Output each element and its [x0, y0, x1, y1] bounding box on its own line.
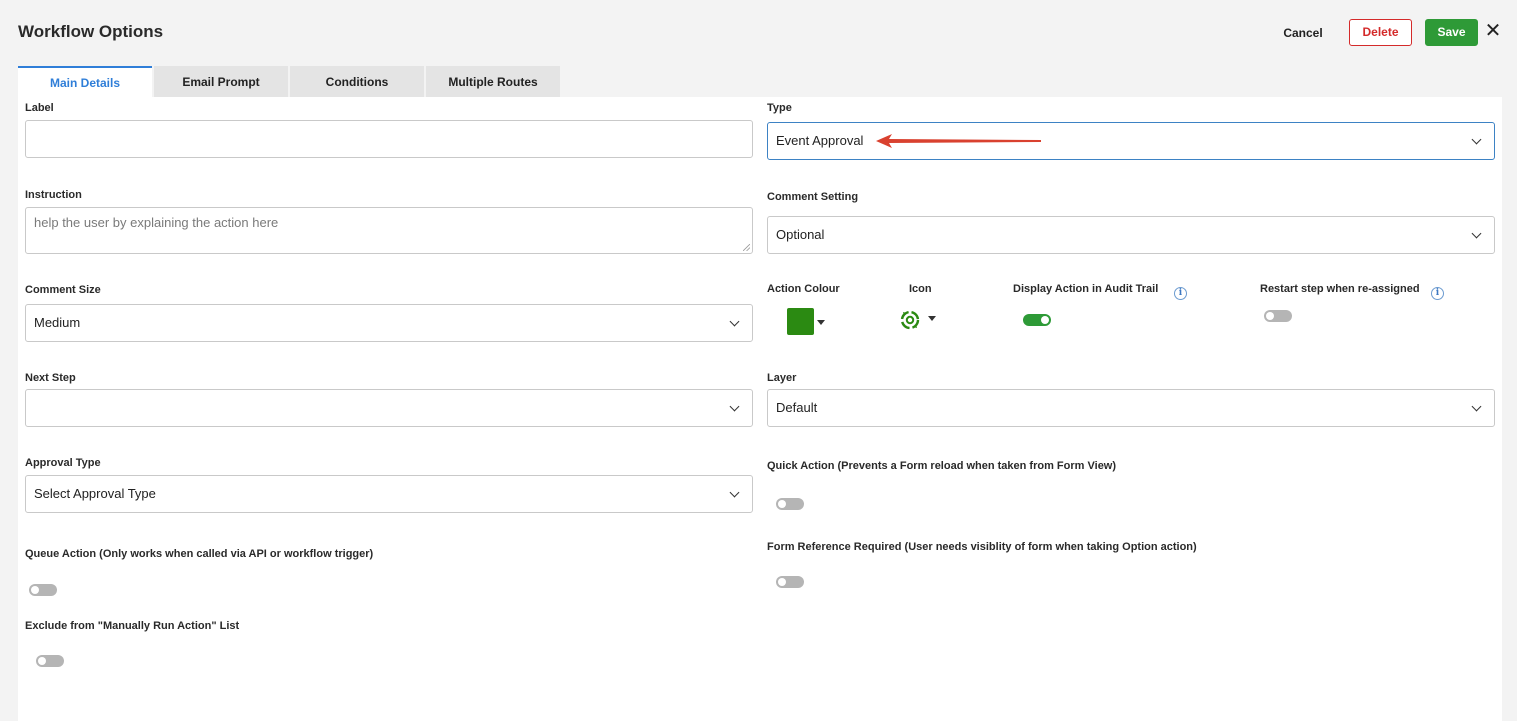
comment-setting-label: Comment Setting — [767, 191, 859, 203]
quick-action-label: Quick Action (Prevents a Form reload whe… — [767, 460, 1117, 472]
cancel-button[interactable]: Cancel — [1270, 22, 1336, 44]
chevron-down-icon — [1471, 401, 1482, 412]
type-select-value: Event Approval — [776, 133, 864, 148]
queue-action-label: Queue Action (Only works when called via… — [25, 548, 374, 560]
tab-bar: Main Details Email Prompt Conditions Mul… — [18, 66, 562, 97]
approval-type-label: Approval Type — [25, 457, 101, 469]
action-colour-swatch[interactable] — [787, 308, 814, 335]
display-action-audit-toggle[interactable] — [1023, 314, 1051, 326]
info-icon[interactable]: i — [1174, 287, 1187, 300]
restart-step-label: Restart step when re-assigned — [1260, 283, 1420, 295]
next-step-label: Next Step — [25, 372, 76, 384]
recycle-gear-icon[interactable] — [899, 309, 921, 331]
next-step-select[interactable] — [25, 389, 753, 427]
label-input[interactable] — [25, 120, 753, 158]
tab-multiple-routes[interactable]: Multiple Routes — [426, 66, 560, 97]
exclude-manual-label: Exclude from "Manually Run Action" List — [25, 620, 240, 632]
toggle-knob — [31, 586, 39, 594]
annotation-arrow — [876, 134, 1041, 148]
instruction-textarea[interactable]: help the user by explaining the action h… — [25, 207, 753, 254]
tab-email-prompt[interactable]: Email Prompt — [154, 66, 288, 97]
delete-button[interactable]: Delete — [1349, 19, 1412, 46]
page-title: Workflow Options — [18, 22, 164, 41]
comment-setting-select[interactable]: Optional — [767, 216, 1495, 254]
type-field-label: Type — [767, 102, 792, 114]
save-button[interactable]: Save — [1425, 19, 1478, 46]
tab-main-details[interactable]: Main Details — [18, 66, 152, 97]
restart-step-toggle[interactable] — [1264, 310, 1292, 322]
layer-select[interactable]: Default — [767, 389, 1495, 427]
chevron-down-icon — [729, 487, 740, 498]
instruction-field-label: Instruction — [25, 189, 82, 201]
resize-handle-icon[interactable] — [743, 244, 750, 251]
toggle-knob — [1041, 316, 1049, 324]
chevron-down-icon — [729, 316, 740, 327]
close-icon[interactable]: ✕ — [1484, 20, 1502, 42]
label-field-label: Label — [25, 102, 54, 114]
display-action-audit-label: Display Action in Audit Trail — [1013, 283, 1159, 295]
layer-label: Layer — [767, 372, 797, 384]
main-details-panel: Label Type Event Approval Instruction he… — [18, 97, 1502, 721]
toggle-knob — [778, 578, 786, 586]
comment-size-value: Medium — [34, 315, 81, 330]
action-colour-label: Action Colour — [767, 283, 840, 295]
form-reference-toggle[interactable] — [776, 576, 804, 588]
chevron-down-icon — [1471, 228, 1482, 239]
header: Workflow Options Cancel Delete Save ✕ — [0, 0, 1517, 66]
quick-action-toggle[interactable] — [776, 498, 804, 510]
toggle-knob — [38, 657, 46, 665]
queue-action-toggle[interactable] — [29, 584, 57, 596]
approval-type-select[interactable]: Select Approval Type — [25, 475, 753, 513]
chevron-down-icon — [1471, 134, 1482, 145]
info-icon[interactable]: i — [1431, 287, 1444, 300]
layer-value: Default — [776, 400, 818, 415]
instruction-placeholder: help the user by explaining the action h… — [34, 215, 279, 230]
exclude-manual-toggle[interactable] — [36, 655, 64, 667]
icon-label: Icon — [909, 283, 932, 295]
chevron-down-icon — [729, 401, 740, 412]
toggle-knob — [778, 500, 786, 508]
tab-conditions[interactable]: Conditions — [290, 66, 424, 97]
caret-down-icon[interactable] — [817, 320, 825, 325]
toggle-knob — [1266, 312, 1274, 320]
comment-setting-value: Optional — [776, 227, 825, 242]
form-reference-label: Form Reference Required (User needs visi… — [767, 541, 1197, 553]
comment-size-select[interactable]: Medium — [25, 304, 753, 342]
comment-size-label: Comment Size — [25, 284, 101, 296]
approval-type-value: Select Approval Type — [34, 486, 156, 501]
caret-down-icon[interactable] — [928, 316, 936, 321]
